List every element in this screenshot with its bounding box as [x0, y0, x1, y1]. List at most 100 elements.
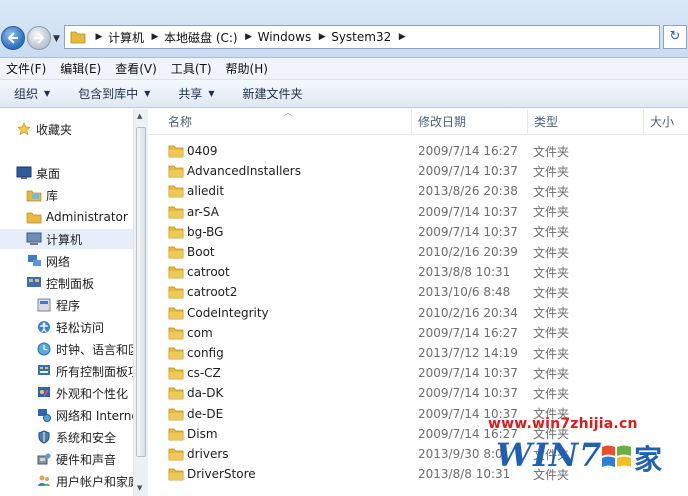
nav-cp-ease-of-access[interactable]: 轻松访问	[36, 317, 104, 337]
file-type-cell: 文件夹	[533, 245, 570, 260]
nav-network[interactable]: 网络	[26, 251, 70, 271]
back-button[interactable]	[1, 26, 25, 50]
refresh-button[interactable]: ↻	[663, 25, 687, 49]
nav-control-panel[interactable]: 控制面板	[26, 273, 94, 293]
file-row[interactable]: da-DK 2009/7/14 10:37 文件夹	[148, 383, 688, 403]
include-in-library-button[interactable]: 包含到库中 ▼	[64, 85, 164, 102]
column-date-modified[interactable]: 修改日期	[412, 109, 528, 135]
file-row[interactable]: AdvancedInstallers 2009/7/14 10:37 文件夹	[148, 161, 688, 181]
breadcrumb[interactable]: ▶ 计算机 ▶ 本地磁盘 (C:) ▶ Windows ▶ System32 ▶	[64, 25, 660, 49]
navigation-scrollbar[interactable]: ▲ ▼	[133, 109, 148, 496]
scroll-down-arrow-icon[interactable]: ▼	[137, 484, 142, 492]
folder-icon	[168, 266, 184, 279]
file-name-cell: da-DK	[168, 386, 223, 400]
network-icon	[26, 253, 42, 269]
file-date-cell: 2009/7/14 10:37	[418, 204, 518, 219]
hardware-sound-icon	[36, 451, 52, 467]
menu-edit[interactable]: 编辑(E)	[54, 60, 109, 77]
organize-button[interactable]: 组织 ▼	[0, 85, 64, 102]
file-date-cell: 2009/7/14 10:37	[418, 224, 518, 239]
nav-cp-system-security[interactable]: 系统和安全	[36, 427, 116, 447]
star-icon	[16, 121, 32, 137]
file-name-cell: de-DE	[168, 407, 223, 421]
menu-file[interactable]: 文件(F)	[0, 60, 54, 77]
file-date-cell: 2010/2/16 20:34	[418, 305, 518, 320]
chevron-down-icon: ▼	[144, 89, 151, 98]
file-row[interactable]: bg-BG 2009/7/14 10:37 文件夹	[148, 222, 688, 242]
file-row[interactable]: 0409 2009/7/14 16:27 文件夹	[148, 141, 688, 161]
new-folder-button[interactable]: 新建文件夹	[229, 85, 317, 102]
file-date-cell: 2009/7/14 16:27	[418, 144, 518, 158]
file-row[interactable]: Boot 2010/2/16 20:39 文件夹	[148, 242, 688, 262]
file-type-cell: 文件夹	[533, 326, 570, 341]
file-row[interactable]: aliedit 2013/8/26 20:38 文件夹	[148, 181, 688, 201]
file-row[interactable]: CodeIntegrity 2010/2/16 20:34 文件夹	[148, 303, 688, 323]
file-type-cell: 文件夹	[533, 265, 570, 280]
file-row[interactable]: com 2009/7/14 16:27 文件夹	[148, 323, 688, 343]
file-row[interactable]: ar-SA 2009/7/14 10:37 文件夹	[148, 202, 688, 222]
arrow-left-icon	[7, 32, 18, 44]
file-name-cell: AdvancedInstallers	[168, 164, 301, 178]
file-row[interactable]: config 2013/7/12 14:19 文件夹	[148, 343, 688, 363]
nav-computer[interactable]: 计算机	[0, 229, 133, 249]
nav-desktop[interactable]: 桌面	[16, 163, 60, 183]
nav-cp-clock-language[interactable]: 时钟、语言和区	[36, 339, 140, 359]
column-type[interactable]: 类型	[528, 109, 644, 135]
recent-pages-dropdown[interactable]: ▼	[53, 34, 60, 44]
menu-tools[interactable]: 工具(T)	[165, 60, 220, 77]
file-type-cell: 文件夹	[533, 144, 570, 159]
watermark-jia: 家	[634, 443, 663, 476]
nav-cp-network-internet[interactable]: 网络和 Interne	[36, 405, 139, 425]
file-name-cell: com	[168, 326, 213, 340]
file-row[interactable]: cs-CZ 2009/7/14 10:37 文件夹	[148, 363, 688, 383]
nav-libraries[interactable]: 库	[26, 185, 58, 205]
nav-cp-programs[interactable]: 程序	[36, 295, 80, 315]
file-name-cell: catroot	[168, 265, 230, 279]
file-type-cell: 文件夹	[533, 225, 570, 240]
file-name-cell: drivers	[168, 447, 229, 461]
forward-button[interactable]	[27, 26, 51, 50]
system-security-icon	[36, 429, 52, 445]
share-button[interactable]: 共享 ▼	[164, 85, 228, 102]
nav-cp-all-items[interactable]: 所有控制面板项	[36, 361, 140, 381]
folder-icon	[168, 226, 184, 239]
file-name-cell: Boot	[168, 245, 215, 259]
breadcrumb-computer[interactable]: 计算机 ▶	[108, 26, 164, 48]
menu-view[interactable]: 查看(V)	[109, 60, 165, 77]
file-date-cell: 2013/7/12 14:19	[418, 346, 518, 360]
menu-help[interactable]: 帮助(H)	[220, 60, 276, 77]
scroll-up-arrow-icon[interactable]: ▲	[137, 112, 142, 120]
watermark-url: www.win7zhijia.cn	[488, 416, 638, 432]
nav-cp-user-accounts[interactable]: 用户帐户和家庭	[36, 471, 140, 491]
appearance-icon	[36, 385, 52, 401]
folder-icon	[168, 246, 184, 259]
folder-icon	[168, 286, 184, 299]
breadcrumb-system32[interactable]: System32 ▶	[331, 26, 411, 48]
file-date-cell: 2009/7/14 16:27	[418, 325, 518, 340]
file-name-cell: aliedit	[168, 184, 224, 198]
programs-icon	[36, 297, 52, 313]
breadcrumb-local-disk[interactable]: 本地磁盘 (C:) ▶	[164, 26, 258, 48]
column-name[interactable]: 名称	[162, 109, 412, 135]
nav-administrator[interactable]: Administrator	[26, 207, 128, 227]
file-row[interactable]: catroot 2013/8/8 10:31 文件夹	[148, 262, 688, 282]
breadcrumb-windows[interactable]: Windows ▶	[258, 26, 332, 48]
scrollbar-thumb[interactable]	[136, 127, 146, 457]
breadcrumb-root-chevron[interactable]: ▶	[90, 26, 108, 48]
folder-icon	[70, 31, 86, 44]
command-bar: 组织 ▼ 包含到库中 ▼ 共享 ▼ 新建文件夹	[0, 80, 688, 108]
file-date-cell: 2009/7/14 10:37	[418, 386, 518, 401]
column-size[interactable]: 大小	[644, 109, 688, 135]
file-name-cell: config	[168, 346, 224, 360]
nav-cp-appearance[interactable]: 外观和个性化	[36, 383, 128, 403]
folder-icon	[168, 448, 184, 461]
all-items-icon	[36, 363, 52, 379]
file-date-cell: 2013/8/8 10:31	[418, 265, 511, 280]
nav-favorites[interactable]: 收藏夹	[16, 119, 72, 139]
folder-icon	[168, 367, 184, 380]
clock-globe-icon	[36, 341, 52, 357]
file-date-cell: 2009/7/14 10:37	[418, 164, 518, 179]
file-row[interactable]: catroot2 2013/10/6 8:48 文件夹	[148, 282, 688, 302]
nav-cp-hardware-sound[interactable]: 硬件和声音	[36, 449, 116, 469]
file-date-cell: 2013/8/26 20:38	[418, 184, 518, 199]
